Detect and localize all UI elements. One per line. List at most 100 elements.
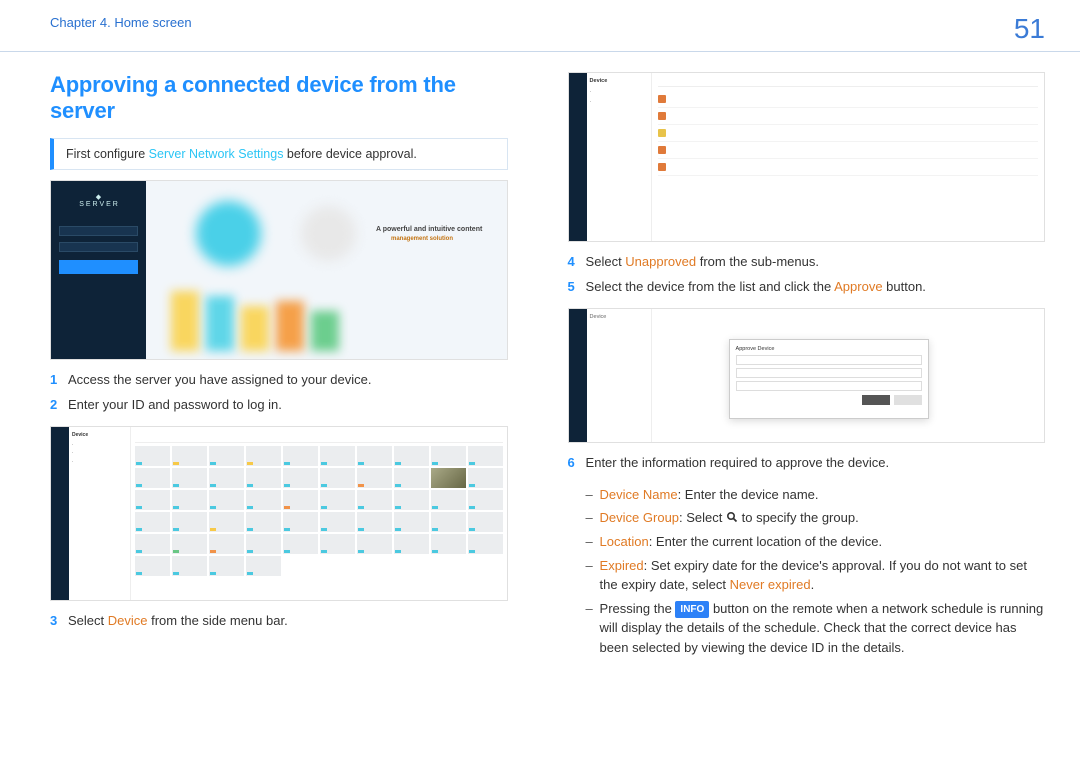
dialog-title: Approve Device	[736, 346, 922, 352]
label: Expired	[600, 558, 644, 573]
app-rail	[569, 309, 587, 442]
cell	[670, 95, 750, 103]
device-tile	[357, 446, 392, 466]
login-main: A powerful and intuitive content managem…	[146, 181, 507, 359]
device-tile	[135, 446, 170, 466]
step-3-list: 3Select Device from the side menu bar.	[50, 611, 508, 631]
device-tile	[431, 468, 466, 488]
step-num: 4	[568, 252, 586, 272]
device-tile	[209, 534, 244, 554]
text: to specify the group.	[738, 510, 859, 525]
device-tile	[394, 534, 429, 554]
device-tile	[135, 512, 170, 532]
device-tile	[431, 490, 466, 510]
callout-text-post: before device approval.	[283, 147, 416, 161]
chart-bar-icon	[241, 306, 269, 351]
section-title: Approving a connected device from the se…	[50, 72, 508, 124]
device-tile	[246, 556, 281, 576]
device-tile	[283, 446, 318, 466]
cell	[828, 146, 878, 154]
dialog-buttons	[736, 395, 922, 405]
device-tile	[283, 490, 318, 510]
chart-bar-icon	[171, 291, 199, 351]
device-tile	[172, 490, 207, 510]
nav-heading: Device	[590, 77, 648, 87]
device-tile	[135, 490, 170, 510]
device-tile	[172, 512, 207, 532]
dialog-field	[736, 381, 922, 391]
cell	[828, 129, 878, 137]
device-tile	[357, 490, 392, 510]
logo-icon: ◆S E R V E R	[51, 181, 146, 220]
cell	[670, 112, 750, 120]
device-tile	[209, 512, 244, 532]
dialog-field	[736, 355, 922, 365]
step-text: Enter your ID and password to log in.	[68, 395, 282, 415]
text: Pressing the	[600, 601, 676, 616]
text: : Enter the current location of the devi…	[649, 534, 882, 549]
ok-button	[862, 395, 890, 405]
device-tile	[172, 556, 207, 576]
device-tile	[468, 534, 503, 554]
label: Location	[600, 534, 649, 549]
cell	[882, 95, 1038, 103]
em: Never expired	[730, 577, 811, 592]
device-tile	[135, 556, 170, 576]
step-num: 6	[568, 453, 586, 473]
right-column: Device . . 4Select Unapproved from the s…	[568, 72, 1045, 661]
t: from the sub-menus.	[696, 254, 819, 269]
page-content: Approving a connected device from the se…	[0, 52, 1080, 661]
cancel-button	[894, 395, 922, 405]
nav-item: .	[72, 440, 127, 449]
cell	[882, 112, 1038, 120]
device-tile	[357, 534, 392, 554]
device-tile	[468, 468, 503, 488]
cell	[828, 112, 878, 120]
device-tile	[394, 446, 429, 466]
chart-donut-icon	[196, 201, 261, 266]
device-tile	[431, 512, 466, 532]
em: Device	[108, 613, 148, 628]
login-id-field	[59, 226, 138, 236]
table-row	[658, 91, 1038, 108]
bullet-location: Location: Enter the current location of …	[586, 532, 1045, 552]
callout-link[interactable]: Server Network Settings	[149, 147, 284, 161]
device-tile	[357, 512, 392, 532]
steps-4-5: 4Select Unapproved from the sub-menus. 5…	[568, 252, 1045, 296]
em: Approve	[834, 279, 882, 294]
cell	[754, 95, 824, 103]
device-tile	[246, 512, 281, 532]
step-text: Select the device from the list and clic…	[586, 277, 926, 297]
device-tile	[209, 490, 244, 510]
cell	[882, 146, 1038, 154]
step-num: 2	[50, 395, 68, 415]
device-icon	[658, 129, 666, 137]
cell	[754, 112, 824, 120]
page-header: Chapter 4. Home screen 51	[0, 0, 1080, 52]
nav-heading: Device	[590, 313, 648, 323]
dialog-field	[736, 368, 922, 378]
device-tile	[468, 446, 503, 466]
cell	[828, 95, 878, 103]
step-num: 5	[568, 277, 586, 297]
app-rail	[569, 73, 587, 241]
chart-bar-icon	[276, 301, 304, 351]
device-tile	[320, 446, 355, 466]
text: .	[811, 577, 815, 592]
side-nav: Device . . .	[69, 427, 131, 600]
step-6-bullets: Device Name: Enter the device name. Devi…	[586, 485, 1045, 658]
table-row	[658, 125, 1038, 142]
device-tile	[283, 534, 318, 554]
em: Unapproved	[625, 254, 696, 269]
device-tiles	[135, 446, 503, 576]
info-chip: INFO	[675, 601, 709, 618]
device-tile	[172, 468, 207, 488]
promo-text-2: management solution	[391, 236, 453, 242]
step-6-list: 6Enter the information required to appro…	[568, 453, 1045, 473]
screenshot-unapproved-table: Device . .	[568, 72, 1045, 242]
device-tile	[246, 468, 281, 488]
screenshot-device-grid: Device . . .	[50, 426, 508, 601]
chapter-label[interactable]: Chapter 4. Home screen	[50, 15, 192, 30]
device-tile	[172, 534, 207, 554]
cell	[754, 129, 824, 137]
